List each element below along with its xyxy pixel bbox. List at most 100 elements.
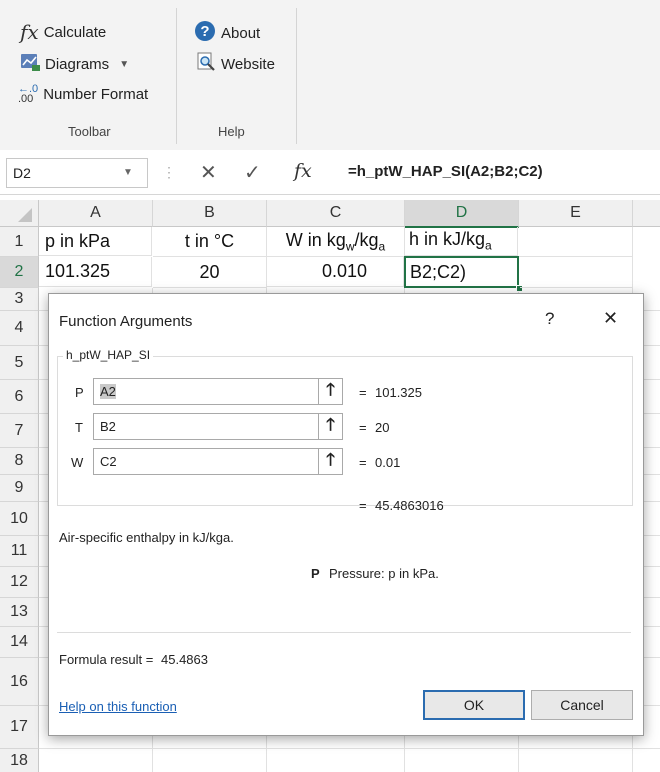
chevron-down-icon[interactable]: ▼ bbox=[119, 59, 129, 70]
formula-result-label: Formula result = bbox=[59, 652, 154, 667]
cell-b1-text: t in °C bbox=[184, 231, 235, 251]
column-header-e[interactable]: E bbox=[519, 200, 633, 227]
diagrams-button[interactable]: Diagrams ▼ bbox=[20, 52, 129, 76]
cell-c1-text: W in kgw/kga bbox=[285, 229, 386, 254]
cell-a1[interactable]: p in kPa bbox=[39, 227, 152, 256]
cell-a1-text: p in kPa bbox=[45, 230, 111, 251]
row-header[interactable]: 8 bbox=[0, 448, 39, 475]
cell-b1[interactable]: t in °C bbox=[153, 227, 267, 257]
cell-d1[interactable]: h in kJ/kga bbox=[405, 227, 518, 256]
row-header[interactable]: 7 bbox=[0, 414, 39, 448]
arg-input-w[interactable]: C2 bbox=[93, 448, 343, 475]
function-arguments-dialog: Function Arguments ? ✕ h_ptW_HAP_SI P A2… bbox=[48, 293, 644, 736]
arg-result-w: 0.01 bbox=[375, 455, 401, 470]
cell-c2-text: 0.010 bbox=[321, 261, 367, 281]
arg-label-t: T bbox=[75, 420, 83, 435]
calculate-label: Calculate bbox=[43, 23, 107, 41]
collapse-arrow-icon[interactable]: 🡑 bbox=[318, 413, 343, 440]
cell-d2-active[interactable]: B2;C2) bbox=[404, 256, 519, 288]
cell-a2[interactable]: 101.325 bbox=[39, 257, 152, 287]
column-header-a[interactable]: A bbox=[39, 200, 153, 227]
column-header-d[interactable]: D bbox=[405, 200, 519, 228]
arg-value-w: C2 bbox=[100, 454, 117, 469]
calculate-button[interactable]: fx Calculate bbox=[20, 20, 106, 44]
row-header[interactable]: 1 bbox=[0, 227, 39, 257]
function-equals: = bbox=[359, 498, 367, 513]
group-divider bbox=[176, 8, 177, 144]
cell-e2[interactable] bbox=[520, 257, 633, 288]
column-header-c[interactable]: C bbox=[267, 200, 405, 227]
row-header[interactable]: 16 bbox=[0, 658, 39, 706]
website-label: Website bbox=[221, 55, 275, 73]
svg-text:?: ? bbox=[200, 23, 209, 40]
function-icon: fx bbox=[20, 20, 39, 44]
cancel-entry-icon[interactable]: ✕ bbox=[200, 160, 217, 185]
row-header[interactable]: 2 bbox=[0, 257, 39, 288]
number-format-label: Number Format bbox=[43, 85, 149, 103]
web-search-icon bbox=[196, 52, 216, 76]
insert-function-icon[interactable]: fx bbox=[294, 160, 312, 182]
cell-b2[interactable]: 20 bbox=[153, 257, 267, 288]
toolbar-group-label: Toolbar bbox=[68, 124, 111, 139]
help-link[interactable]: Help on this function bbox=[59, 699, 177, 714]
collapse-arrow-icon[interactable]: 🡑 bbox=[318, 448, 343, 475]
row-header[interactable]: 18 bbox=[0, 749, 39, 772]
cell-c2[interactable]: 0.010 bbox=[267, 257, 404, 287]
arg-label-p: P bbox=[75, 385, 84, 400]
collapse-arrow-icon[interactable]: 🡑 bbox=[318, 378, 343, 405]
formula-text: =h_ptW_HAP_SI(A2;B2;C2) bbox=[348, 163, 543, 180]
arg-value-t: B2 bbox=[100, 419, 116, 434]
row-header[interactable]: 5 bbox=[0, 346, 39, 380]
cell-b2-text: 20 bbox=[199, 261, 220, 282]
param-description: Pressure: p in kPa. bbox=[329, 566, 439, 581]
confirm-entry-icon[interactable]: ✓ bbox=[244, 160, 261, 185]
row-header[interactable]: 6 bbox=[0, 380, 39, 414]
divider bbox=[57, 632, 631, 633]
row-header[interactable]: 3 bbox=[0, 288, 39, 311]
chevron-down-icon[interactable]: ▼ bbox=[123, 167, 133, 178]
arg-input-p[interactable]: A2 bbox=[93, 378, 343, 405]
column-header-b[interactable]: B bbox=[153, 200, 267, 227]
help-icon: ? bbox=[194, 20, 216, 46]
help-button[interactable]: ? bbox=[545, 309, 554, 329]
column-header-f[interactable] bbox=[633, 200, 660, 227]
drag-handle-icon[interactable]: ⋮ bbox=[162, 164, 176, 181]
chart-icon bbox=[20, 52, 40, 76]
cell-c1[interactable]: W in kgw/kga bbox=[267, 227, 405, 257]
dialog-title: Function Arguments bbox=[59, 313, 193, 330]
function-description: Air-specific enthalpy in kJ/kga. bbox=[59, 530, 234, 545]
about-button[interactable]: ? About bbox=[194, 20, 260, 46]
arg-label-w: W bbox=[71, 455, 84, 470]
ok-button[interactable]: OK bbox=[423, 690, 525, 720]
diagrams-label: Diagrams bbox=[45, 55, 110, 73]
row-header[interactable]: 17 bbox=[0, 706, 39, 749]
cell-d2-text: B2;C2) bbox=[410, 261, 467, 282]
function-result: 45.4863016 bbox=[375, 498, 444, 513]
arg-value-p: A2 bbox=[100, 384, 116, 399]
row-header[interactable]: 14 bbox=[0, 627, 39, 658]
formula-result-value: 45.4863 bbox=[161, 652, 208, 667]
group-divider bbox=[296, 8, 297, 144]
row-header[interactable]: 10 bbox=[0, 502, 39, 536]
formula-input[interactable]: =h_ptW_HAP_SI(A2;B2;C2) bbox=[336, 158, 660, 186]
close-button[interactable]: ✕ bbox=[603, 308, 618, 329]
function-name: h_ptW_HAP_SI bbox=[63, 348, 154, 362]
cell-e1[interactable] bbox=[519, 227, 633, 257]
arg-equals: = bbox=[359, 385, 367, 400]
row-header[interactable]: 13 bbox=[0, 598, 39, 627]
row-header[interactable]: 12 bbox=[0, 567, 39, 598]
ribbon: fx Calculate Diagrams ▼ ←.0.00 Number Fo… bbox=[0, 0, 660, 151]
arg-equals: = bbox=[359, 455, 367, 470]
name-box[interactable]: D2 ▼ bbox=[6, 158, 148, 188]
about-label: About bbox=[221, 24, 261, 42]
number-format-button[interactable]: ←.0.00 Number Format bbox=[18, 83, 149, 105]
website-button[interactable]: Website bbox=[196, 52, 275, 76]
row-header[interactable]: 4 bbox=[0, 311, 39, 346]
param-name: P bbox=[311, 566, 320, 581]
cancel-button[interactable]: Cancel bbox=[531, 690, 633, 720]
row-header[interactable]: 9 bbox=[0, 475, 39, 502]
arg-input-t[interactable]: B2 bbox=[93, 413, 343, 440]
row-header[interactable]: 11 bbox=[0, 536, 39, 567]
select-all-corner[interactable] bbox=[0, 200, 39, 227]
decrease-decimal-icon: ←.0.00 bbox=[18, 83, 39, 105]
